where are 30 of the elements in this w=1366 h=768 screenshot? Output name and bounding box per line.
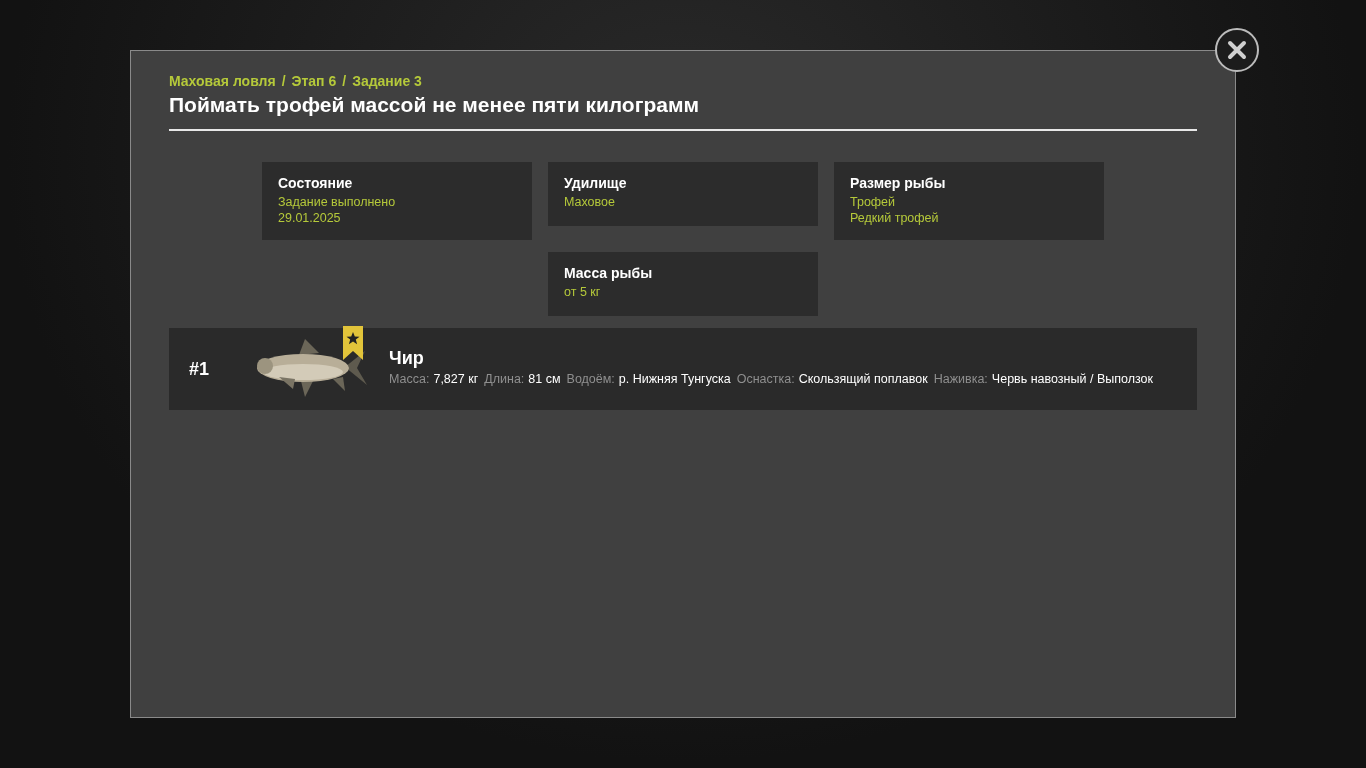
detail-value: 7,827 кг	[433, 372, 479, 386]
breadcrumb-item: Маховая ловля	[169, 73, 276, 89]
breadcrumb-separator: /	[281, 73, 286, 89]
close-button[interactable]	[1215, 28, 1259, 72]
detail-label: Оснастка:	[736, 372, 795, 386]
detail-value: Скользящий поплавок	[798, 372, 928, 386]
card-heading: Удилище	[564, 175, 628, 191]
card-heading: Размер рыбы	[850, 175, 947, 191]
detail-label: Масса:	[389, 372, 430, 386]
card-value: Редкий трофей	[850, 210, 940, 226]
detail-value: 81 см	[528, 372, 561, 386]
breadcrumb-item: Задание 3	[352, 73, 422, 89]
detail-label: Наживка:	[933, 372, 988, 386]
detail-value: Червь навозный / Выползок	[991, 372, 1153, 386]
close-icon	[1227, 40, 1247, 60]
card-heading: Масса рыбы	[564, 265, 654, 281]
quest-title: Поймать трофей массой не менее пяти килограмм	[169, 93, 700, 117]
detail-label: Водоём:	[566, 372, 615, 386]
detail-label: Длина:	[484, 372, 525, 386]
card-value: Трофей	[850, 194, 897, 210]
card-heading: Состояние	[278, 175, 354, 191]
breadcrumb-separator: /	[342, 73, 347, 89]
card-value: Маховое	[564, 194, 616, 210]
breadcrumb-item: Этап 6	[291, 73, 337, 89]
card-value: от 5 кг	[564, 284, 602, 300]
fish-name: Чир	[389, 348, 425, 369]
detail-value: р. Нижняя Тунгуска	[618, 372, 731, 386]
card-value: Задание выполнено	[278, 194, 397, 210]
catch-rank: #1	[188, 358, 211, 380]
card-value: 29.01.2025	[278, 210, 342, 226]
